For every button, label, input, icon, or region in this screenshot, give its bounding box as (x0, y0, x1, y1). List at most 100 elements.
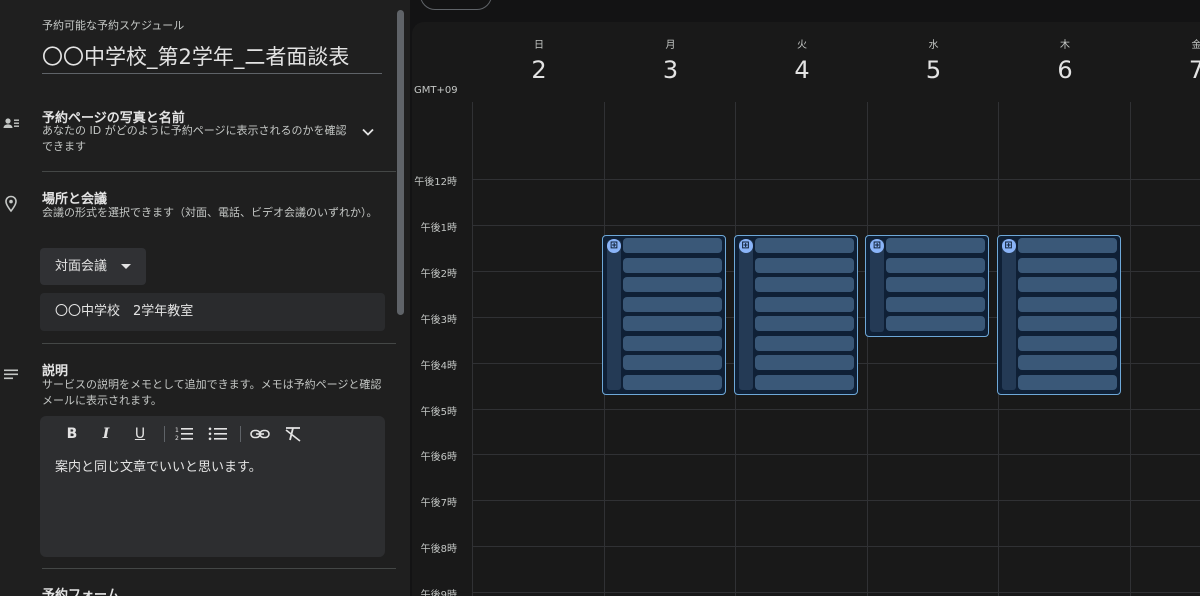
hour-gridline (472, 592, 1200, 594)
dropdown-caret-icon (121, 264, 131, 269)
day-number: 7 (1188, 56, 1200, 84)
booking-slot[interactable] (623, 355, 722, 370)
appointment-block[interactable]: ⊞ (733, 235, 858, 395)
booking-slot[interactable] (1017, 316, 1117, 331)
day-header[interactable]: 日2 (474, 36, 604, 84)
appointment-block[interactable]: ⊞ (996, 235, 1121, 395)
section-divider (42, 343, 396, 344)
block-strip (738, 240, 753, 390)
underline-button[interactable]: U (128, 424, 152, 444)
booking-slot[interactable] (1017, 296, 1117, 312)
location-input[interactable]: 〇〇中学校 2学年教室 (40, 293, 385, 331)
booking-slot[interactable] (623, 374, 722, 390)
contact-list-icon (3, 118, 19, 128)
booking-slot[interactable] (623, 296, 722, 312)
hour-label: 午後3時 (420, 314, 457, 326)
hour-label: 午後7時 (420, 498, 457, 510)
day-column-divider (866, 102, 868, 596)
booking-slot[interactable] (1017, 335, 1117, 351)
booking-slot[interactable] (886, 238, 985, 253)
day-name: 水 (928, 40, 939, 51)
calendar-grid-icon: ⊞ (607, 239, 621, 253)
location-pin-icon (5, 195, 17, 213)
booking-slot[interactable] (754, 277, 854, 292)
booking-slot[interactable] (754, 296, 854, 312)
italic-button[interactable]: I (94, 424, 118, 444)
section-divider (42, 568, 396, 569)
calendar-week-view: GMT+09 日2月3火4水5木6金7 午後12時 午後1時 午後2時 午後3時 午後4… (412, 22, 1200, 596)
day-header[interactable]: 金7 (1132, 36, 1200, 84)
top-button[interactable] (420, 0, 492, 10)
booking-slot[interactable] (623, 257, 722, 273)
booking-slot[interactable] (623, 316, 722, 331)
booking-slot[interactable] (886, 257, 985, 273)
booking-slot[interactable] (754, 355, 854, 370)
booking-slot[interactable] (754, 374, 854, 390)
hour-label: 午後2時 (420, 268, 457, 280)
booking-slot[interactable] (1017, 374, 1117, 390)
chevron-down-icon[interactable] (360, 124, 376, 140)
day-header[interactable]: 水5 (869, 36, 999, 84)
meeting-type-dropdown[interactable]: 対面会議 (40, 248, 146, 285)
link-icon[interactable] (248, 424, 272, 444)
day-number: 5 (925, 56, 942, 84)
svg-text:1: 1 (175, 427, 179, 434)
booking-settings-panel: 予約可能な予約スケジュール 〇〇中学校_第2学年_二者面談表 予約ページの写真と… (0, 0, 410, 596)
section-divider (42, 171, 396, 172)
booking-slot[interactable] (1017, 355, 1117, 370)
numbered-list-icon[interactable]: 1 2 (172, 424, 196, 444)
description-section-desc: サービスの説明をメモとして追加できます。メモは予約ページと確認メールに表示されま… (42, 378, 382, 407)
hour-gridline (472, 500, 1200, 502)
block-strip (870, 240, 884, 332)
hour-gridline (472, 546, 1200, 548)
day-name: 月 (665, 40, 676, 51)
schedule-eyebrow: 予約可能な予約スケジュール (42, 19, 185, 32)
appointment-block[interactable]: ⊞ (865, 235, 989, 337)
day-header[interactable]: 木6 (1000, 36, 1130, 84)
notes-icon (4, 369, 18, 380)
booking-slot[interactable] (754, 335, 854, 351)
hour-gridline (472, 179, 1200, 180)
schedule-title-input[interactable]: 〇〇中学校_第2学年_二者面談表 (42, 40, 382, 74)
block-strip (1001, 240, 1016, 390)
booking-slot[interactable] (623, 277, 722, 292)
booking-slot[interactable] (1017, 238, 1117, 253)
booking-slot[interactable] (754, 257, 854, 273)
day-column-divider (1129, 102, 1131, 596)
description-body: 案内と同じ文章でいいと思います。 (55, 460, 262, 475)
booking-slot[interactable] (886, 296, 985, 312)
calendar-grid-icon: ⊞ (1001, 239, 1016, 253)
toolbar-separator (240, 426, 241, 442)
panel-scrollbar[interactable] (397, 10, 404, 315)
day-number: 4 (794, 56, 810, 84)
day-header[interactable]: 月3 (606, 36, 736, 84)
place-section-desc: 会議の形式を選択できます（対面、電話、ビデオ会議のいずれか）。 (42, 206, 378, 219)
hour-label: 午後5時 (420, 406, 457, 418)
booking-slot[interactable] (886, 277, 985, 292)
day-name: 木 (1060, 40, 1070, 51)
clear-formatting-icon[interactable] (281, 424, 305, 444)
description-editor[interactable]: B I U 1 2 案内と同じ文章でいいと思います。 (40, 416, 385, 557)
booking-slot[interactable] (886, 316, 985, 331)
hour-gridline (472, 454, 1200, 456)
day-number: 2 (531, 56, 547, 84)
booking-slot[interactable] (754, 316, 854, 331)
calendar-grid-icon: ⊞ (870, 239, 884, 253)
booking-form-section-title: 予約フォーム (42, 588, 120, 596)
hour-label: 午後1時 (420, 222, 457, 234)
booking-slot[interactable] (1017, 277, 1117, 292)
calendar-grid-icon: ⊞ (738, 239, 753, 253)
booking-slot[interactable] (754, 238, 854, 253)
hour-label: 午後4時 (420, 360, 457, 372)
hour-gridline (472, 408, 1200, 410)
bold-button[interactable]: B (60, 424, 84, 444)
bulleted-list-icon[interactable] (206, 424, 230, 444)
booking-slot[interactable] (623, 335, 722, 351)
hour-gridline (472, 224, 1200, 226)
day-header[interactable]: 火4 (737, 36, 867, 84)
appointment-block[interactable]: ⊞ (602, 235, 726, 395)
booking-slot[interactable] (623, 238, 722, 253)
hour-label: 午後6時 (420, 452, 457, 464)
day-number: 6 (1057, 56, 1073, 84)
booking-slot[interactable] (1017, 257, 1117, 273)
